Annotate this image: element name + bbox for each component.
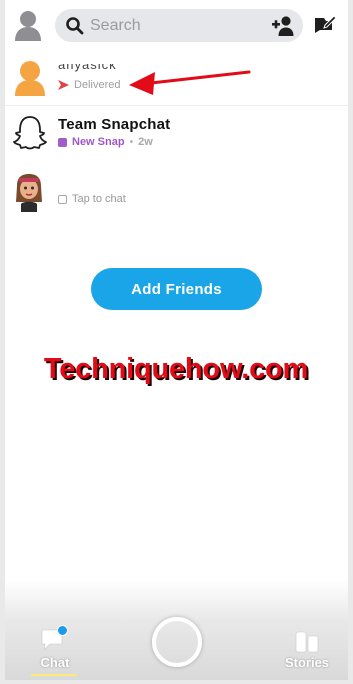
delivered-arrow-icon (58, 80, 69, 90)
stories-icon (295, 631, 319, 653)
search-input[interactable] (90, 9, 260, 42)
bitmoji-avatar (13, 172, 45, 217)
tab-stories-label: Stories (284, 655, 330, 670)
chat-status: Tap to chat (58, 193, 126, 205)
tab-chat[interactable]: Chat (29, 624, 81, 676)
search-icon (66, 17, 84, 35)
new-snap-icon (58, 137, 67, 147)
notification-dot (57, 625, 68, 636)
new-chat-icon[interactable] (313, 13, 337, 37)
status-text: Delivered (74, 79, 121, 91)
chat-row[interactable]: Tap to chat (5, 166, 348, 218)
top-bar (5, 0, 348, 52)
add-friends-button[interactable]: Add Friends (91, 268, 262, 310)
chat-name: anyasick (58, 57, 117, 72)
add-friend-icon[interactable] (271, 15, 295, 37)
ghost-avatar-icon (13, 114, 47, 157)
chat-outline-icon (58, 194, 67, 204)
chat-status: Delivered (58, 79, 120, 91)
annotation-arrow-icon (129, 70, 251, 95)
profile-avatar-icon[interactable] (13, 8, 43, 42)
chat-screen: anyasick Delivered Team Snapchat New Sna… (5, 0, 348, 680)
status-text: Tap to chat (72, 193, 126, 205)
avatar (13, 58, 47, 101)
active-tab-indicator (31, 674, 77, 676)
chat-age: 2w (138, 136, 153, 148)
chat-row[interactable]: Team Snapchat New Snap • 2w (5, 106, 348, 158)
chat-status: New Snap • 2w (58, 136, 153, 148)
chat-name: Team Snapchat (58, 116, 171, 133)
separator-dot: • (129, 136, 134, 148)
tab-stories[interactable]: Stories (276, 624, 338, 676)
status-text: New Snap (72, 136, 125, 148)
tab-chat-label: Chat (40, 655, 70, 670)
camera-capture-button[interactable] (152, 617, 202, 667)
search-bar[interactable] (55, 9, 303, 42)
watermark-text: Techniquehow.com (43, 353, 309, 385)
